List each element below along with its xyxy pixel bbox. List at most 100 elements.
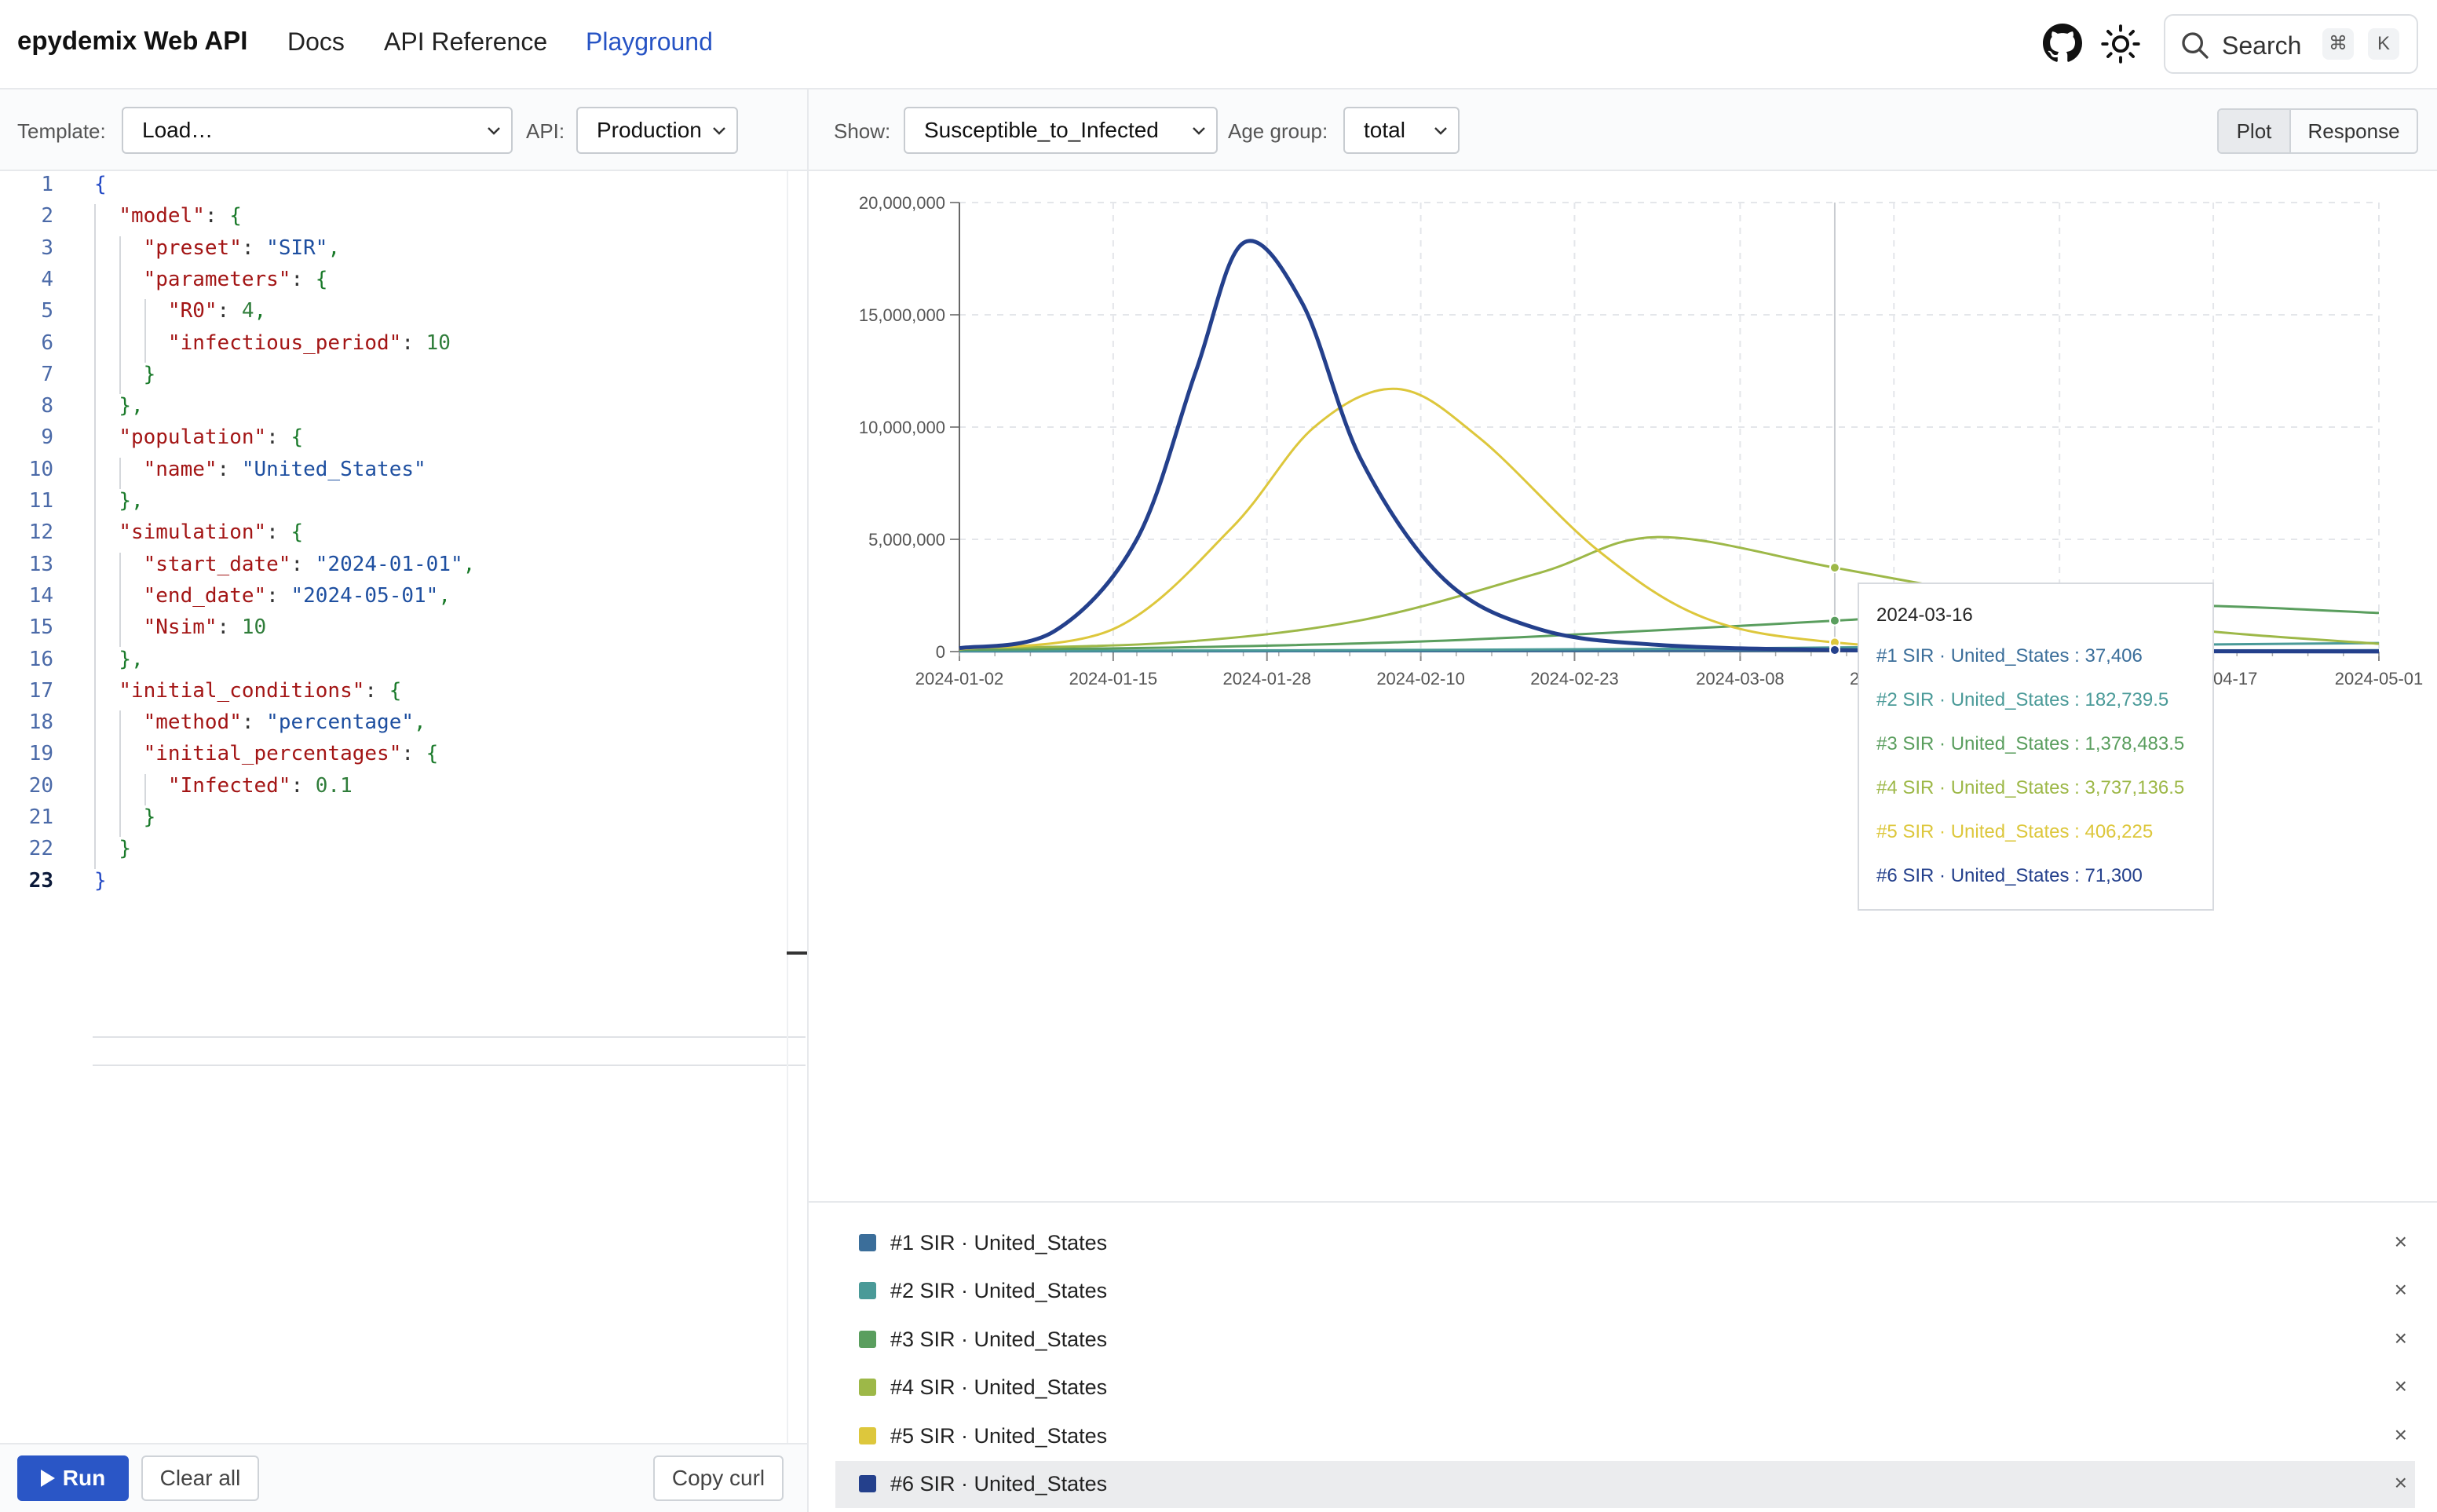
- run-button[interactable]: Run: [17, 1455, 129, 1501]
- x-tick-label: 2024-03-08: [1696, 669, 1785, 688]
- code-line: },: [119, 394, 144, 418]
- template-label: Template:: [17, 119, 106, 143]
- run-label: Run: [62, 1466, 106, 1490]
- line-number: 1: [41, 173, 53, 196]
- remove-series-icon[interactable]: ×: [2395, 1326, 2407, 1351]
- kbd-cmd: ⌘: [2322, 28, 2354, 60]
- search-label: Search: [2222, 31, 2302, 60]
- legend-label: #4 SIR · United_States: [890, 1375, 1108, 1400]
- indent-guide: [94, 204, 96, 869]
- nav-link-api-reference[interactable]: API Reference: [384, 27, 547, 57]
- line-number: 8: [41, 394, 53, 418]
- code-line: "population": {: [119, 425, 304, 450]
- legend-swatch: [859, 1234, 876, 1251]
- tooltip-row: #3 SIR · United_States : 1,378,483.5: [1876, 733, 2185, 754]
- indent-guide: [119, 552, 121, 648]
- remove-series-icon[interactable]: ×: [2395, 1277, 2407, 1302]
- remove-series-icon[interactable]: ×: [2395, 1470, 2407, 1496]
- brand-title[interactable]: epydemix Web API: [17, 26, 247, 56]
- legend-item[interactable]: #2 SIR · United_States ×: [835, 1268, 2415, 1315]
- editor-scrollbar[interactable]: [787, 171, 788, 1443]
- age-group-select[interactable]: total: [1343, 107, 1460, 154]
- tab-response[interactable]: Response: [2291, 110, 2417, 152]
- remove-series-icon[interactable]: ×: [2395, 1423, 2407, 1448]
- line-number: 3: [41, 236, 53, 260]
- indent-guide: [119, 236, 121, 395]
- api-select[interactable]: Production: [576, 107, 738, 154]
- chevron-down-icon: [713, 127, 725, 135]
- tooltip-row: #6 SIR · United_States : 71,300: [1876, 865, 2143, 886]
- code-line: "name": "United_States": [143, 457, 426, 481]
- line-number: 19: [28, 742, 53, 766]
- indent-guide: [144, 299, 146, 363]
- code-line: "method": "percentage",: [143, 710, 426, 735]
- legend-item[interactable]: #6 SIR · United_States ×: [835, 1461, 2415, 1508]
- line-number: 10: [28, 457, 53, 481]
- x-tick-label: 2024-05-01: [2335, 669, 2424, 688]
- code-line: "initial_conditions": {: [119, 678, 402, 703]
- legend-label: #5 SIR · United_States: [890, 1423, 1108, 1448]
- hover-point-6: [1829, 644, 1840, 656]
- code-line: "end_date": "2024-05-01",: [143, 583, 451, 608]
- y-tick-label: 15,000,000: [859, 305, 945, 325]
- code-line: "infectious_period": 10: [167, 331, 451, 355]
- line-number: 11: [28, 489, 53, 513]
- show-select-value: Susceptible_to_Infected: [924, 118, 1159, 142]
- code-line: "initial_percentages": {: [143, 742, 439, 766]
- search-icon: [2182, 32, 2209, 59]
- chart-area: 0 5,000,000 10,000,000 15,000,000 20,000,000…: [809, 171, 2437, 1200]
- code-line: }: [143, 362, 156, 386]
- remove-series-icon[interactable]: ×: [2395, 1229, 2407, 1255]
- legend-item[interactable]: #1 SIR · United_States ×: [835, 1220, 2415, 1267]
- code-line: }: [94, 868, 107, 893]
- plot-toolbar: Show: Susceptible_to_Infected Age group:…: [809, 89, 2437, 171]
- legend-item[interactable]: #4 SIR · United_States ×: [835, 1364, 2415, 1412]
- kbd-k: K: [2368, 28, 2399, 60]
- y-tick-label: 20,000,000: [859, 193, 945, 213]
- legend-swatch: [859, 1282, 876, 1300]
- code-line: "Infected": 0.1: [167, 773, 353, 798]
- code-line: }: [143, 805, 156, 829]
- chevron-down-icon: [1193, 127, 1205, 135]
- line-number: 20: [28, 773, 53, 798]
- nav-link-docs[interactable]: Docs: [287, 27, 345, 57]
- line-number: 18: [28, 710, 53, 735]
- api-label: API:: [526, 119, 565, 143]
- nav-link-playground[interactable]: Playground: [586, 27, 713, 57]
- line-number: 14: [28, 583, 53, 608]
- code-line: "start_date": "2024-01-01",: [143, 552, 476, 576]
- theme-toggle-sun-icon[interactable]: [2100, 24, 2141, 64]
- chart-tooltip: 2024-03-16 #1 SIR · United_States : 37,4…: [1858, 583, 2214, 911]
- indent-guide: [119, 457, 121, 489]
- api-select-value: Production: [597, 118, 702, 142]
- y-tick-label: 0: [936, 642, 945, 662]
- legend-label: #1 SIR · United_States: [890, 1231, 1108, 1255]
- line-number: 12: [28, 520, 53, 545]
- legend-swatch: [859, 1379, 876, 1397]
- json-code-editor[interactable]: 1 {2 "model": {3 "preset": "SIR", 4 "param…: [0, 171, 807, 1443]
- github-icon[interactable]: [2043, 24, 2082, 63]
- legend-item[interactable]: #5 SIR · United_States ×: [835, 1413, 2415, 1460]
- copy-curl-button[interactable]: Copy curl: [653, 1455, 784, 1501]
- search-button[interactable]: Search ⌘ K: [2164, 14, 2418, 74]
- line-number: 16: [28, 647, 53, 671]
- x-tick-label: 2024-02-10: [1376, 669, 1465, 688]
- tab-plot[interactable]: Plot: [2219, 110, 2291, 152]
- tooltip-row: #4 SIR · United_States : 3,737,136.5: [1876, 777, 2185, 798]
- clear-all-button[interactable]: Clear all: [141, 1455, 259, 1501]
- chevron-down-icon: [1434, 127, 1447, 135]
- legend-item[interactable]: #3 SIR · United_States ×: [835, 1317, 2415, 1364]
- template-select[interactable]: Load…: [122, 107, 513, 154]
- left-panel: Template: Load… API: Production 1 {2 "mod…: [0, 89, 809, 1512]
- tooltip-row: #5 SIR · United_States : 406,225: [1876, 821, 2154, 842]
- legend-swatch: [859, 1475, 876, 1492]
- view-toggle: Plot Response: [2217, 108, 2418, 154]
- current-line-highlight: [93, 1036, 806, 1066]
- show-select[interactable]: Susceptible_to_Infected: [904, 107, 1218, 154]
- line-number: 4: [41, 267, 53, 291]
- code-line: {: [94, 173, 107, 196]
- indent-guide: [144, 773, 146, 805]
- remove-series-icon[interactable]: ×: [2395, 1374, 2407, 1399]
- y-tick-label: 5,000,000: [868, 530, 945, 550]
- code-line: "model": {: [119, 204, 242, 228]
